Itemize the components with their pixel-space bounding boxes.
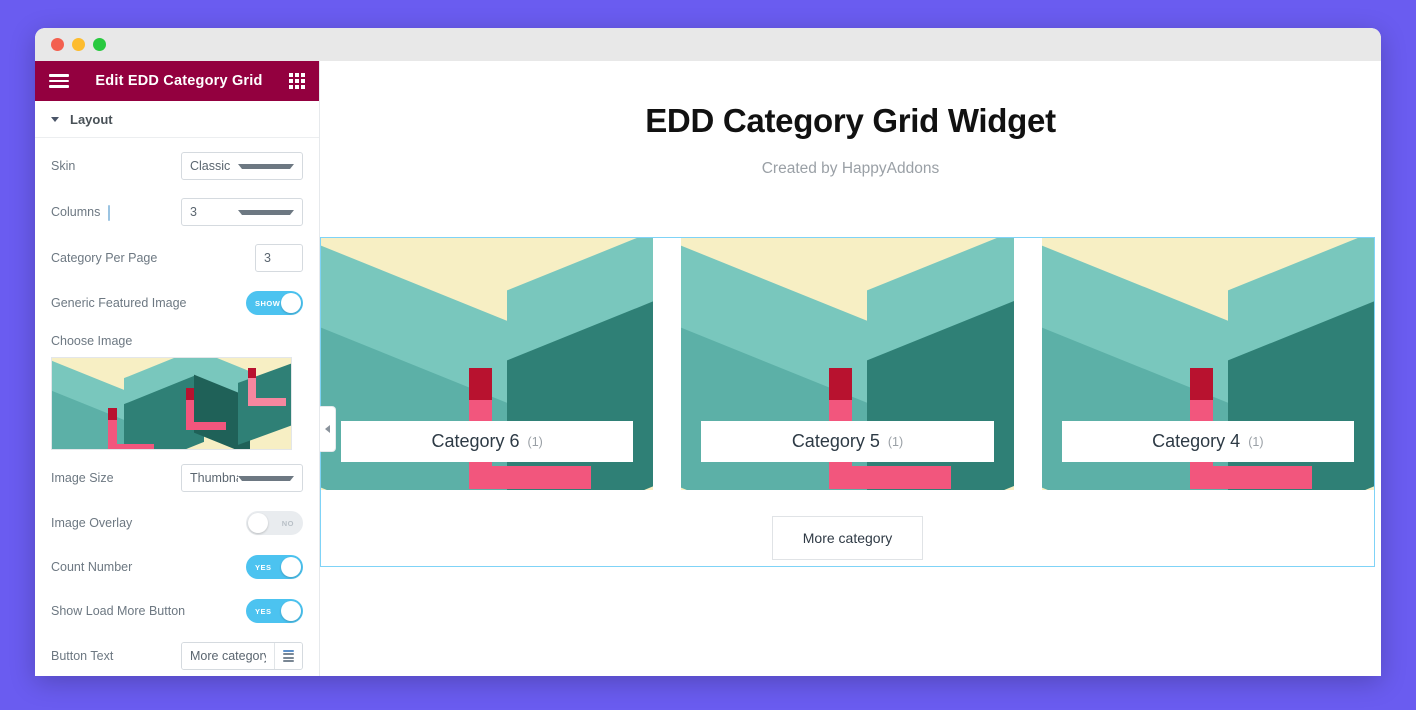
editor-body: Edit EDD Category Grid Layout Skin Class… <box>35 61 1381 676</box>
skin-select-value: Classic <box>190 159 231 173</box>
control-label-image-overlay: Image Overlay <box>51 516 133 530</box>
category-count: (1) <box>887 434 904 449</box>
control-label-show-load-more-button: Show Load More Button <box>51 604 186 618</box>
category-count: (1) <box>1248 434 1264 449</box>
hamburger-icon[interactable] <box>49 74 69 88</box>
control-label-columns: Columns <box>51 204 123 221</box>
category-card-label: Category 5 (1) <box>701 421 994 462</box>
control-skin: Skin Classic <box>51 152 303 180</box>
image-size-select-value: Thumbnail - 150 x <box>190 471 238 485</box>
toggle-state-label: SHOW <box>255 298 281 308</box>
page-title: EDD Category Grid Widget <box>645 102 1056 139</box>
generic-featured-image-toggle[interactable]: SHOW <box>246 291 303 315</box>
category-name: Category 6 <box>431 431 520 451</box>
preview-canvas: EDD Category Grid Widget Created by Happ… <box>320 61 1381 676</box>
window-close-button[interactable] <box>51 38 64 51</box>
toggle-knob <box>281 601 301 621</box>
image-overlay-toggle[interactable]: NO <box>246 511 303 535</box>
category-grid: Category 6 (1) Category 5 (1) Category 4… <box>321 238 1374 490</box>
elementor-panel: Edit EDD Category Grid Layout Skin Class… <box>35 61 320 676</box>
toggle-knob <box>281 293 301 313</box>
toggle-knob <box>281 557 301 577</box>
chevron-left-icon <box>325 425 330 433</box>
chevron-down-icon <box>51 116 59 122</box>
toggle-state-label: NO <box>281 518 294 528</box>
control-label-choose-image: Choose Image <box>51 334 133 348</box>
more-category-button[interactable]: More category <box>771 516 924 560</box>
category-card-label: Category 6 (1) <box>341 421 634 462</box>
category-name: Category 4 <box>1152 431 1241 451</box>
category-name: Category 5 <box>791 431 880 451</box>
control-generic-featured-image: Generic Featured Image SHOW <box>51 290 303 316</box>
isometric-cubes-artwork <box>52 358 291 449</box>
columns-select-value: 3 <box>190 205 197 219</box>
panel-title: Edit EDD Category Grid <box>95 73 263 89</box>
button-text-field-wrap <box>181 642 303 670</box>
category-card-label: Category 4 (1) <box>1061 421 1354 462</box>
monitor-icon[interactable] <box>108 204 123 221</box>
edd-category-grid-widget[interactable]: Category 6 (1) Category 5 (1) Category 4… <box>320 237 1375 567</box>
control-label-image-size: Image Size <box>51 471 114 485</box>
choose-image-preview[interactable] <box>51 357 292 450</box>
chevron-down-icon <box>238 209 294 215</box>
browser-window: Edit EDD Category Grid Layout Skin Class… <box>35 28 1381 676</box>
category-card[interactable]: Category 4 (1) <box>1041 238 1374 490</box>
section-title: Layout <box>70 111 113 127</box>
toggle-state-label: YES <box>255 562 272 572</box>
control-label-generic-featured-image: Generic Featured Image <box>51 296 187 310</box>
control-label-columns-text: Columns <box>51 205 101 219</box>
category-card[interactable]: Category 6 (1) <box>321 238 654 490</box>
category-count: (1) <box>527 434 543 449</box>
control-category-per-page: Category Per Page <box>51 244 303 272</box>
panel-header: Edit EDD Category Grid <box>35 61 319 101</box>
category-card[interactable]: Category 5 (1) <box>681 238 1014 490</box>
category-per-page-input[interactable] <box>255 244 303 272</box>
control-label-skin: Skin <box>51 159 76 173</box>
control-image-overlay: Image Overlay NO <box>51 510 303 536</box>
control-show-load-more-button: Show Load More Button YES <box>51 598 303 624</box>
control-label-category-per-page: Category Per Page <box>51 251 158 265</box>
section-header-layout[interactable]: Layout <box>35 101 319 138</box>
skin-select[interactable]: Classic <box>181 152 303 180</box>
control-image-size: Image Size Thumbnail - 150 x <box>51 464 303 492</box>
toggle-knob <box>248 513 268 533</box>
window-minimize-button[interactable] <box>72 38 85 51</box>
controls-list: Skin Classic Columns 3 Category Per Page… <box>35 138 319 676</box>
chevron-down-icon <box>238 475 294 481</box>
control-columns: Columns 3 <box>51 198 303 226</box>
toggle-state-label: YES <box>255 606 272 616</box>
load-more-wrapper: More category <box>321 516 1374 560</box>
dynamic-tags-icon[interactable] <box>274 643 302 669</box>
chevron-down-icon <box>238 163 294 169</box>
control-label-count-number: Count Number <box>51 560 133 574</box>
control-button-text: Button Text <box>51 642 303 670</box>
button-text-input[interactable] <box>182 643 274 669</box>
control-choose-image: Choose Image <box>51 334 303 450</box>
panel-collapse-handle[interactable] <box>320 406 336 452</box>
count-number-toggle[interactable]: YES <box>246 555 303 579</box>
columns-select[interactable]: 3 <box>181 198 303 226</box>
show-load-more-toggle[interactable]: YES <box>246 599 303 623</box>
image-size-select[interactable]: Thumbnail - 150 x <box>181 464 303 492</box>
window-maximize-button[interactable] <box>93 38 106 51</box>
grid-icon[interactable] <box>289 73 305 89</box>
control-count-number: Count Number YES <box>51 554 303 580</box>
browser-titlebar <box>35 28 1381 61</box>
page-subtitle: Created by HappyAddons <box>761 160 940 177</box>
control-label-button-text: Button Text <box>51 649 114 663</box>
